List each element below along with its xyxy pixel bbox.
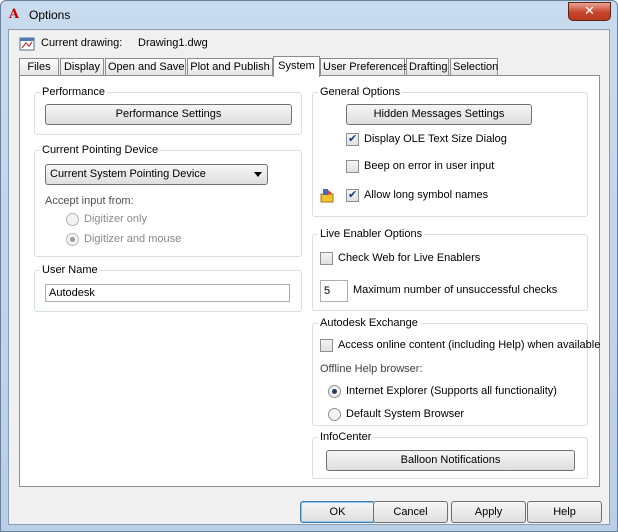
autodesk-exchange-group: Autodesk Exchange Access online content … (312, 317, 600, 426)
system-tab-panel: Performance Performance Settings Current… (19, 75, 600, 487)
pointing-device-group: Current Pointing Device Current System P… (34, 144, 302, 257)
autodesk-exchange-group-title: Autodesk Exchange (318, 317, 420, 329)
beep-on-error-label: Beep on error in user input (364, 160, 495, 172)
title-bar[interactable]: A Options ✕ (1, 1, 617, 29)
check-web-live-enablers-label: Check Web for Live Enablers (338, 252, 481, 264)
close-icon: ✕ (584, 4, 595, 19)
dialog-client: Current drawing: Drawing1.dwg Files Disp… (8, 29, 610, 525)
apply-button[interactable]: Apply (451, 501, 526, 523)
live-enabler-group: Live Enabler Options Check Web for Live … (312, 228, 588, 311)
performance-group: Performance Performance Settings (34, 86, 302, 135)
pointing-device-select[interactable]: Current System Pointing Device (45, 164, 268, 185)
tab-open-and-save[interactable]: Open and Save (105, 58, 186, 76)
display-ole-label: Display OLE Text Size Dialog (364, 133, 507, 145)
ok-button[interactable]: OK (300, 501, 375, 523)
tab-files[interactable]: Files (19, 58, 59, 76)
help-button[interactable]: Help (527, 501, 602, 523)
display-ole-checkbox[interactable] (346, 132, 359, 146)
live-enabler-group-title: Live Enabler Options (318, 228, 425, 240)
digitizer-and-mouse-label: Digitizer and mouse (84, 233, 182, 245)
infocenter-group: InfoCenter Balloon Notifications (312, 431, 588, 479)
pointing-device-selected: Current System Pointing Device (50, 168, 206, 180)
current-drawing-name: Drawing1.dwg (138, 37, 208, 49)
tab-selection[interactable]: Selection (450, 58, 498, 76)
accept-input-label: Accept input from: (45, 195, 134, 207)
options-window: A Options ✕ Current drawing: Drawing1.dw… (0, 0, 618, 532)
digitizer-only-label: Digitizer only (84, 213, 147, 225)
tab-drafting[interactable]: Drafting (406, 58, 449, 76)
user-name-input[interactable]: Autodesk (45, 284, 290, 302)
general-options-group-title: General Options (318, 86, 403, 98)
beep-on-error-checkbox[interactable] (346, 160, 359, 173)
allow-long-symbol-names-checkbox[interactable] (346, 188, 359, 202)
tab-display[interactable]: Display (60, 58, 104, 76)
default-system-browser-label: Default System Browser (346, 408, 464, 420)
allow-long-symbol-names-label: Allow long symbol names (364, 189, 489, 201)
infocenter-group-title: InfoCenter (318, 431, 374, 443)
balloon-notifications-button[interactable]: Balloon Notifications (326, 450, 575, 471)
default-system-browser-radio[interactable] (328, 408, 341, 421)
internet-explorer-radio[interactable] (328, 385, 341, 398)
check-web-live-enablers-checkbox[interactable] (320, 252, 333, 265)
user-name-group-title: User Name (40, 264, 100, 276)
max-unsuccessful-checks-label: Maximum number of unsuccessful checks (353, 284, 558, 296)
general-options-group: General Options Hidden Messages Settings… (312, 86, 588, 217)
digitizer-only-radio[interactable] (66, 213, 79, 226)
user-name-group: User Name Autodesk (34, 264, 302, 312)
hidden-messages-settings-button[interactable]: Hidden Messages Settings (346, 104, 532, 125)
drawing-file-icon (19, 37, 35, 51)
current-drawing-label: Current drawing: (41, 37, 123, 49)
pointing-device-group-title: Current Pointing Device (40, 144, 161, 156)
performance-settings-button[interactable]: Performance Settings (45, 104, 292, 125)
tab-user-preferences[interactable]: User Preferences (320, 58, 409, 76)
performance-group-title: Performance (40, 86, 107, 98)
autocad-app-icon: A (9, 7, 20, 22)
tab-system[interactable]: System (273, 56, 320, 77)
max-unsuccessful-checks-input[interactable]: 5 (320, 280, 348, 302)
internet-explorer-label: Internet Explorer (Supports all function… (346, 385, 557, 397)
chevron-down-icon (254, 172, 262, 177)
close-button[interactable]: ✕ (568, 2, 611, 21)
offline-help-browser-label: Offline Help browser: (320, 363, 423, 375)
cancel-button[interactable]: Cancel (373, 501, 448, 523)
access-online-content-label: Access online content (including Help) w… (338, 339, 601, 351)
digitizer-and-mouse-radio[interactable] (66, 233, 79, 246)
access-online-content-checkbox[interactable] (320, 339, 333, 352)
symbol-names-icon (320, 189, 334, 203)
window-title: Options (29, 8, 71, 22)
tab-plot-and-publish[interactable]: Plot and Publish (187, 58, 273, 76)
